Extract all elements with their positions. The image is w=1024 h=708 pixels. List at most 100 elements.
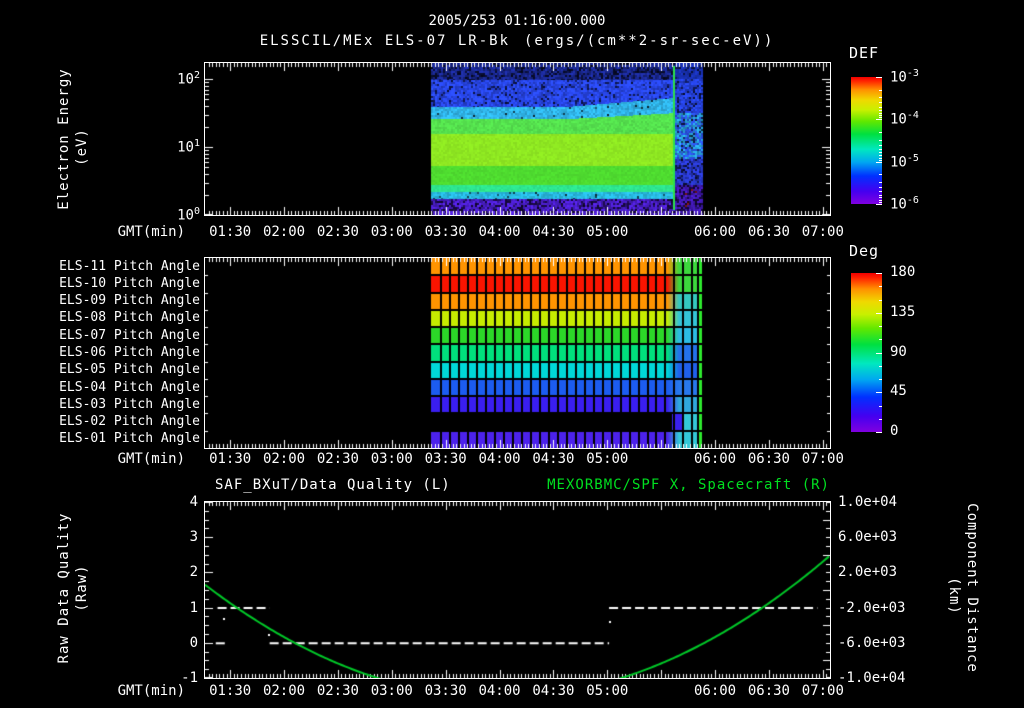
deg-colorbar-label: 0 [890, 423, 899, 439]
spectrogram-canvas [205, 63, 830, 215]
def-colorbar-minor-tick [879, 202, 882, 203]
def-colorbar-minor-tick [879, 117, 882, 118]
deg-colorbar-tick [876, 353, 882, 354]
quality-tick-label: 4 [189, 494, 198, 510]
instrument-name: ELSSCIL/MEx ELS-07 LR-Bk [259, 33, 510, 49]
time-tick-label-middle: 03:00 [370, 451, 413, 467]
time-tick-label-bottom: 06:30 [747, 683, 790, 699]
def-colorbar-minor-tick [879, 155, 882, 156]
time-tick-label-top: 03:30 [424, 224, 467, 240]
def-colorbar-minor-tick [879, 152, 882, 153]
def-colorbar-minor-tick [879, 182, 882, 183]
pitch-row-label: ELS-09 Pitch Angle [59, 293, 200, 309]
time-tick-label-middle: 06:00 [693, 451, 737, 467]
distance-tick-label: 6.0e+03 [838, 529, 898, 546]
distance-series-title: MEXORBMC/SPF X, Spacecraft (R) [547, 477, 830, 493]
pitch-row-label: ELS-05 Pitch Angle [59, 362, 200, 378]
energy-tick-label: 101 [177, 138, 200, 156]
def-colorbar-minor-tick [879, 158, 882, 159]
def-colorbar-label: 10-5 [890, 152, 919, 171]
pitch-row-label: ELS-07 Pitch Angle [59, 327, 200, 343]
def-colorbar-tick [876, 204, 882, 205]
distance-tick-label: 2.0e+03 [838, 564, 898, 581]
def-colorbar-title: DEF [849, 44, 880, 62]
def-colorbar-minor-tick [879, 110, 882, 111]
energy-tick-label: 100 [177, 206, 200, 224]
time-tick-label-top: 03:00 [370, 224, 413, 240]
time-tick-label-top: 06:00 [693, 224, 737, 240]
deg-colorbar-label: 135 [890, 303, 916, 320]
distance-tick-label: -2.0e+03 [838, 599, 906, 616]
pitch-row-label: ELS-06 Pitch Angle [59, 345, 200, 360]
quality-ylabel: Raw Data Quality [56, 512, 72, 664]
time-tick-label-bottom: 06:00 [693, 683, 737, 699]
def-colorbar-tick [876, 162, 882, 163]
time-tick-label-bottom: 04:30 [532, 683, 575, 699]
pitch-row-label: ELS-01 Pitch Angle [59, 431, 200, 447]
pitch-row-label: ELS-11 Pitch Angle [59, 258, 200, 274]
distance-tick-label: 1.0e+04 [838, 494, 898, 510]
def-colorbar-tick [876, 77, 882, 78]
time-tick-label-top: 06:30 [747, 224, 790, 240]
gmt-label-top: GMT(min) [117, 224, 185, 240]
quality-tick-label: -1 [181, 670, 198, 686]
distance-tick-label: -6.0e+03 [838, 634, 906, 651]
gmt-label-middle: GMT(min) [117, 451, 185, 467]
def-colorbar-minor-tick [879, 90, 882, 91]
time-tick-label-top: 04:30 [532, 224, 575, 240]
time-tick-label-bottom: 05:00 [586, 683, 629, 699]
time-tick-label-middle: 02:00 [262, 451, 306, 467]
time-tick-label-middle: 04:00 [478, 451, 521, 467]
def-colorbar-minor-tick [879, 132, 882, 133]
def-colorbar-minor-tick [879, 195, 882, 196]
deg-colorbar-tick [879, 339, 882, 340]
deg-colorbar-label: 180 [890, 264, 916, 280]
pitch-angle-canvas [205, 258, 830, 448]
deg-colorbar-tick [876, 313, 882, 314]
time-tick-label-middle: 03:30 [424, 451, 467, 467]
def-colorbar-minor-tick [879, 113, 882, 114]
time-tick-label-bottom: 02:00 [262, 683, 306, 699]
quality-tick-label: 0 [189, 634, 198, 651]
pitch-row-label: ELS-03 Pitch Angle [59, 396, 200, 412]
spectrogram-ylabel-units: (eV) [74, 128, 90, 166]
time-tick-label-top: 02:00 [262, 224, 306, 240]
pitch-row-label: ELS-04 Pitch Angle [59, 379, 200, 395]
time-tick-label-middle: 05:00 [586, 451, 629, 467]
def-colorbar-minor-tick [879, 115, 882, 116]
deg-colorbar-tick [879, 379, 882, 380]
def-colorbar-minor-tick [879, 200, 882, 201]
def-colorbar-minor-tick [879, 174, 882, 175]
def-colorbar-tick [876, 119, 882, 120]
time-tick-label-top: 04:00 [478, 224, 521, 240]
quality-ylabel-units: (Raw) [74, 564, 90, 612]
time-tick-label-bottom: 04:00 [478, 683, 521, 699]
quality-tick-label: 2 [189, 564, 198, 581]
def-colorbar-minor-tick [879, 149, 882, 150]
time-tick-label-top: 05:00 [586, 224, 629, 240]
time-tick-label-top: 01:30 [209, 224, 252, 240]
def-colorbar-minor-tick [879, 107, 882, 108]
time-tick-label-top: 02:30 [316, 224, 359, 240]
def-colorbar-label: 10-6 [890, 195, 919, 213]
deg-colorbar-label: 45 [890, 383, 907, 400]
def-colorbar-minor-tick [879, 191, 882, 192]
pitch-row-label: ELS-08 Pitch Angle [59, 310, 200, 326]
deg-colorbar-tick [879, 300, 882, 301]
energy-tick-label: 102 [177, 70, 200, 88]
def-colorbar-label: 10-4 [890, 110, 919, 128]
deg-colorbar-label: 90 [890, 343, 907, 360]
def-colorbar-minor-tick [879, 140, 882, 141]
page-title-datetime: 2005/253 01:16:00.000 [428, 13, 606, 29]
def-colorbar [851, 77, 882, 204]
def-colorbar-label: 10-3 [890, 68, 919, 86]
quality-tick-label: 1 [189, 599, 198, 616]
deg-colorbar-tick [879, 326, 882, 327]
def-colorbar-minor-tick [879, 160, 882, 161]
deg-colorbar-title: Deg [849, 242, 880, 260]
time-tick-label-middle: 04:30 [532, 451, 575, 467]
distance-ylabel-units: (km) [946, 577, 962, 615]
distance-ylabel: Component Distance [964, 503, 980, 673]
distance-tick-label: -1.0e+04 [838, 670, 906, 686]
time-tick-label-bottom: 03:00 [370, 683, 413, 699]
